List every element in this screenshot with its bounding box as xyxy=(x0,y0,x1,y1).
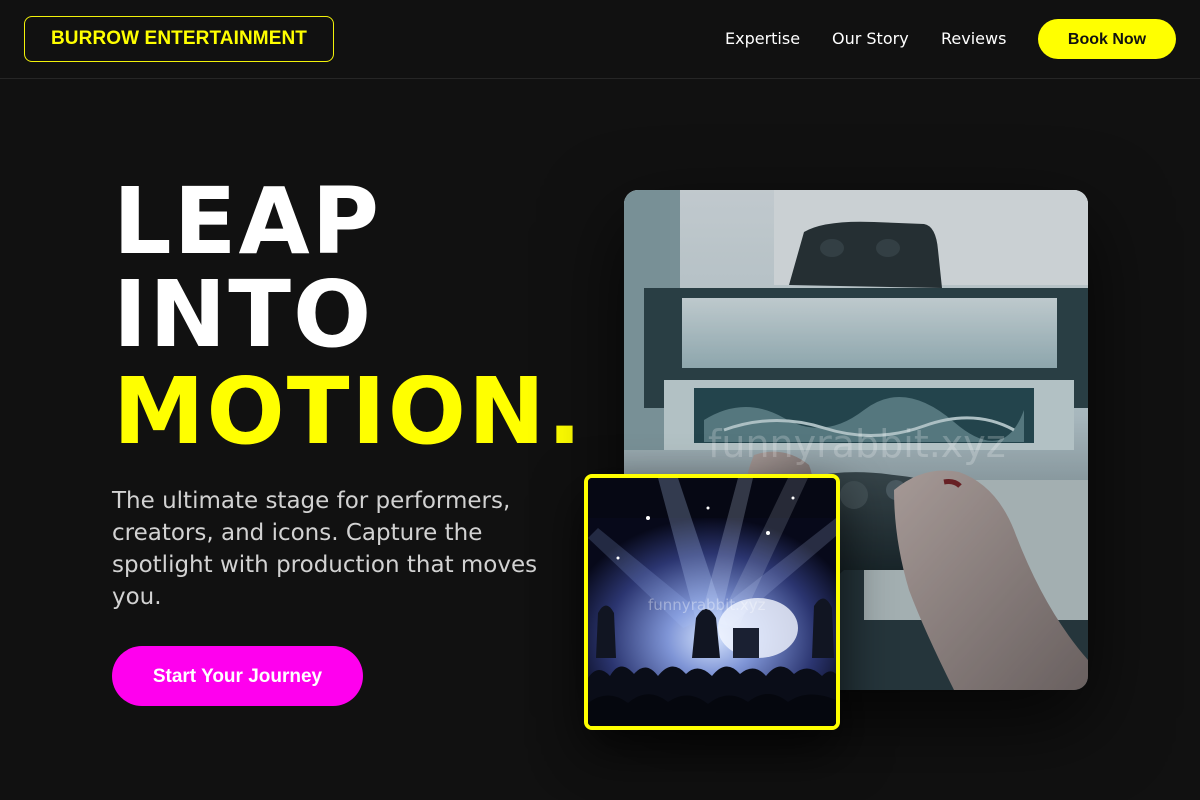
inset-watermark: funnyrabbit.xyz xyxy=(648,596,766,614)
hero-subtext: The ultimate stage for performers, creat… xyxy=(112,488,538,610)
headline-line-2: INTO xyxy=(113,261,374,368)
headline-line-3: MOTION. xyxy=(113,358,584,465)
headline-line-1: LEAP xyxy=(113,168,382,275)
nav-link-our-story[interactable]: Our Story xyxy=(832,19,909,59)
start-journey-button[interactable]: Start Your Journey xyxy=(112,646,363,706)
brand-logo[interactable]: BURROW ENTERTAINMENT xyxy=(24,16,334,62)
nav-link-expertise[interactable]: Expertise xyxy=(725,19,800,59)
site-header: BURROW ENTERTAINMENT Expertise Our Story… xyxy=(0,0,1200,79)
image-watermark: funnyrabbit.xyz xyxy=(708,422,1006,466)
nav-link-reviews[interactable]: Reviews xyxy=(941,19,1006,59)
inset-photo-concert: funnyrabbit.xyz xyxy=(584,474,840,730)
book-now-button[interactable]: Book Now xyxy=(1038,19,1176,59)
